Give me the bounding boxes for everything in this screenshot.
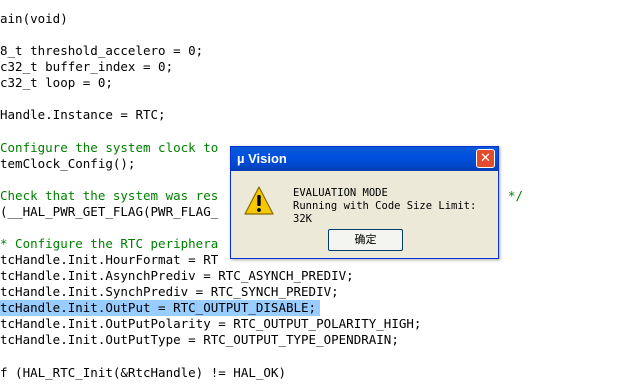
code-line[interactable]: (__HAL_PWR_GET_FLAG(PWR_FLAG_ [0, 204, 218, 220]
code-line-text: tcHandle.Init.AsynchPrediv = RTC_ASYNCH_… [0, 268, 354, 283]
code-line-text: * Configure the RTC periphera [0, 236, 219, 251]
code-line[interactable]: 8_t threshold_accelero = 0; [0, 43, 203, 59]
code-line-text: (__HAL_PWR_GET_FLAG(PWR_FLAG_ [0, 204, 219, 219]
code-line-text: 8_t threshold_accelero = 0; [0, 43, 204, 58]
code-line-comment[interactable]: * Configure the RTC periphera [0, 236, 218, 252]
dialog-titlebar[interactable]: µ Vision ✕ [231, 147, 498, 171]
code-line[interactable]: tcHandle.Init.OutPutPolarity = RTC_OUTPU… [0, 316, 421, 332]
evaluation-mode-dialog: µ Vision ✕ EVALUATION MODE Running with … [230, 146, 499, 259]
code-line[interactable]: tcHandle.Init.HourFormat = RT [0, 252, 218, 268]
code-line-text: tcHandle.Init.OutPut = RTC_OUTPUT_DISABL… [0, 300, 317, 315]
code-line[interactable]: f (HAL_RTC_Init(&RtcHandle) != HAL_OK) [0, 365, 286, 381]
warning-icon [244, 186, 274, 215]
code-line-text: f (HAL_RTC_Init(&RtcHandle) != HAL_OK) [0, 365, 286, 380]
code-line-text: c32_t buffer_index = 0; [0, 59, 174, 74]
code-line[interactable]: tcHandle.Init.SynchPrediv = RTC_SYNCH_PR… [0, 284, 339, 300]
code-line-text: tcHandle.Init.OutPutPolarity = RTC_OUTPU… [0, 316, 422, 331]
close-button[interactable]: ✕ [476, 149, 495, 168]
code-line[interactable]: ain(void) [0, 11, 68, 27]
code-line[interactable]: temClock_Config(); [0, 156, 135, 172]
message-body: Running with Code Size Limit: 32K [293, 200, 477, 225]
code-line-comment-end[interactable]: */ [508, 188, 523, 204]
code-line-text: tcHandle.Init.OutPutType = RTC_OUTPUT_TY… [0, 332, 399, 347]
code-line-text: Configure the system clock to [0, 140, 219, 155]
message-heading: EVALUATION MODE [293, 187, 388, 199]
code-line[interactable]: tcHandle.Init.AsynchPrediv = RTC_ASYNCH_… [0, 268, 354, 284]
code-line-text: */ [508, 188, 524, 203]
code-line[interactable]: tcHandle.Init.OutPutType = RTC_OUTPUT_TY… [0, 332, 399, 348]
code-line-text: tcHandle.Init.SynchPrediv = RTC_SYNCH_PR… [0, 284, 339, 299]
code-line-text: Check that the system was res [0, 188, 219, 203]
code-line-text: temClock_Config(); [0, 156, 136, 171]
code-line[interactable]: Handle.Instance = RTC; [0, 107, 166, 123]
ok-button[interactable]: 确定 [328, 229, 403, 251]
close-icon: ✕ [480, 151, 491, 166]
dialog-message: EVALUATION MODE Running with Code Size L… [293, 187, 498, 226]
code-line[interactable]: c32_t loop = 0; [0, 75, 113, 91]
code-line-text: ain(void) [0, 11, 68, 26]
code-line-text: tcHandle.Init.HourFormat = RT [0, 252, 219, 267]
code-line-selected[interactable]: tcHandle.Init.OutPut = RTC_OUTPUT_DISABL… [0, 300, 321, 316]
code-line[interactable]: c32_t buffer_index = 0; [0, 59, 173, 75]
code-line-comment[interactable]: Configure the system clock to [0, 140, 218, 156]
dialog-title: µ Vision [237, 151, 287, 166]
code-line-comment[interactable]: Check that the system was res [0, 188, 218, 204]
code-line-text: c32_t loop = 0; [0, 75, 113, 90]
code-line-text: Handle.Instance = RTC; [0, 107, 166, 122]
